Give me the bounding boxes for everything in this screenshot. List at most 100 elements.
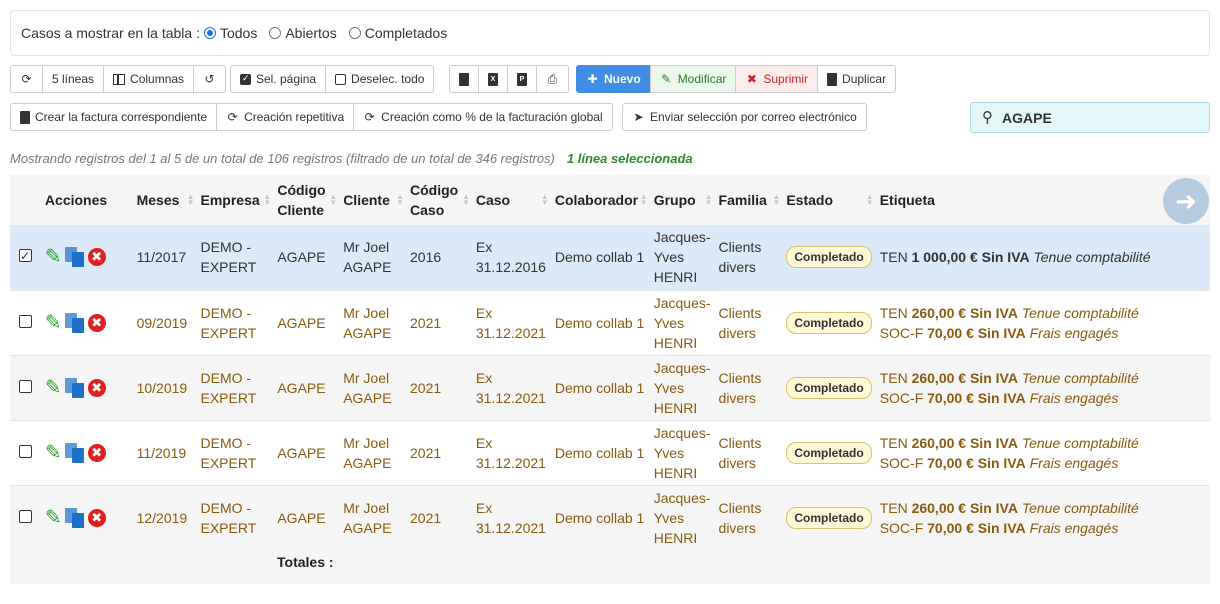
send-email-button[interactable]: ➤ Enviar selección por correo electrónico	[622, 103, 867, 131]
cell-meses: 10/2019	[136, 379, 188, 396]
table-row[interactable]: ✎ ✖ 10/2019 DEMO - EXPERT AGAPE Mr Joel AG…	[10, 355, 1210, 420]
cell-meses: 11/2019	[136, 444, 187, 461]
record-actions: ✚ Nuevo ✎ Modificar ✖ Suprimir Duplicar	[576, 65, 897, 93]
selection-count: 1 línea seleccionada	[566, 151, 693, 166]
row-actions: ✎ ✖	[41, 225, 133, 290]
reset-button[interactable]: ↺	[193, 65, 227, 93]
refresh-button[interactable]: ⟳	[10, 65, 43, 93]
cell-familia: Clients divers	[718, 369, 762, 406]
cell-codigo-caso: 2021	[410, 314, 442, 331]
row-checkbox[interactable]	[19, 509, 32, 523]
edit-pencil-icon[interactable]: ✎	[45, 313, 62, 333]
header-grupo[interactable]: Grupo ▲ ▼	[650, 175, 715, 225]
duplicate-icon[interactable]	[64, 247, 85, 268]
cell-empresa: DEMO - EXPERT	[200, 499, 257, 536]
cell-meses: 12/2019	[136, 509, 188, 526]
edit-pencil-icon[interactable]: ✎	[45, 247, 62, 267]
delete-icon[interactable]: ✖	[87, 443, 106, 462]
edit-pencil-icon[interactable]: ✎	[45, 378, 62, 398]
delete-icon[interactable]: ✖	[87, 378, 106, 397]
search-field[interactable]: ⚲	[970, 102, 1210, 133]
radio-checked-icon[interactable]	[203, 27, 216, 39]
header-cliente[interactable]: Cliente ▲ ▼	[339, 175, 406, 225]
sort-icon: ▲ ▼	[329, 192, 338, 207]
header-codigo-cliente[interactable]: Código Cliente ▲ ▼	[273, 175, 339, 225]
radio-icon[interactable]	[269, 27, 282, 39]
pdf-icon: P	[517, 72, 527, 86]
cell-caso: Ex 31.12.2021	[475, 499, 546, 536]
create-invoice-button[interactable]: Crear la factura correspondiente	[10, 103, 218, 131]
copy-button[interactable]	[449, 65, 479, 93]
delete-icon[interactable]: ✖	[87, 313, 106, 332]
sort-icon: ▲ ▼	[704, 192, 713, 207]
header-caso[interactable]: Caso ▲ ▼	[472, 175, 551, 225]
lines-button[interactable]: 5 líneas	[42, 65, 105, 93]
cell-meses: 09/2019	[136, 314, 188, 331]
cell-etiqueta: TEN 260,00 € Sin IVA Tenue comptabilité S…	[879, 434, 1139, 471]
duplicate-icon[interactable]	[64, 377, 85, 398]
new-button[interactable]: ✚ Nuevo	[576, 65, 651, 93]
table-row[interactable]: ✎ ✖ 12/2019 DEMO - EXPERT AGAPE Mr Joel AG…	[10, 485, 1210, 550]
cell-colaborador: Demo collab 1	[554, 509, 645, 526]
header-codigo-caso[interactable]: Código Caso ▲ ▼	[406, 175, 472, 225]
excel-button[interactable]: X	[478, 65, 508, 93]
creation-actions: Crear la factura correspondiente ⟳ Creaci…	[10, 103, 613, 131]
header-empresa[interactable]: Empresa ▲ ▼	[197, 175, 274, 225]
cell-cliente: Mr Joel AGAPE	[343, 499, 392, 536]
header-etiqueta[interactable]: Etiqueta	[876, 175, 1210, 225]
cell-etiqueta: TEN 260,00 € Sin IVA Tenue comptabilité S…	[879, 499, 1139, 536]
filter-radio-todos[interactable]: Todos	[203, 25, 257, 41]
cell-meses: 11/2017	[136, 249, 187, 266]
row-checkbox[interactable]	[19, 379, 32, 393]
delete-icon[interactable]: ✖	[87, 508, 106, 527]
row-checkbox[interactable]	[19, 314, 32, 328]
table-header: Acciones Meses ▲ ▼ Empresa ▲ ▼ Código Cliente…	[10, 175, 1210, 225]
filter-radio-completados[interactable]: Completados	[348, 25, 447, 41]
cell-etiqueta: TEN 260,00 € Sin IVA Tenue comptabilité S…	[879, 304, 1139, 341]
undo-icon: ↺	[204, 71, 215, 86]
sort-icon: ▲ ▼	[396, 192, 405, 207]
duplicate-button[interactable]: Duplicar	[817, 65, 897, 93]
cell-grupo: Jacques- Yves HENRI	[653, 424, 711, 481]
cell-estado: Completado	[782, 420, 875, 485]
header-meses[interactable]: Meses ▲ ▼	[133, 175, 197, 225]
search-input[interactable]	[1002, 109, 1192, 126]
delete-button[interactable]: ✖ Suprimir	[735, 65, 819, 93]
percent-billing-button[interactable]: ⟳ Creación como % de la facturación globa…	[353, 103, 613, 131]
next-page-button[interactable]: ➜	[1163, 178, 1209, 224]
status-badge: Completado	[786, 506, 872, 529]
cell-codigo-cliente: AGAPE	[277, 379, 326, 396]
table-row[interactable]: ✎ ✖ 11/2019 DEMO - EXPERT AGAPE Mr Joel AG…	[10, 420, 1210, 485]
header-familia[interactable]: Familia ▲ ▼	[715, 175, 783, 225]
duplicate-icon[interactable]	[64, 442, 85, 463]
pdf-button[interactable]: P	[507, 65, 537, 93]
deselect-all-button[interactable]: Deselec. todo	[325, 65, 435, 93]
duplicate-icon[interactable]	[64, 312, 85, 333]
cell-grupo: Jacques- Yves HENRI	[653, 359, 711, 416]
edit-pencil-icon[interactable]: ✎	[45, 508, 62, 528]
row-checkbox[interactable]	[19, 444, 32, 458]
status-badge: Completado	[786, 311, 872, 334]
modify-button[interactable]: ✎ Modificar	[649, 65, 737, 93]
table-row[interactable]: ✎ ✖ 11/2017 DEMO -EXPERT AGAPE Mr JoelAG…	[10, 225, 1210, 290]
header-estado[interactable]: Estado ▲ ▼	[782, 175, 875, 225]
repeat-icon: ⟳	[227, 109, 238, 124]
delete-icon[interactable]: ✖	[87, 248, 106, 267]
records-info: Mostrando registros del 1 al 5 de un tot…	[10, 151, 555, 166]
edit-pencil-icon[interactable]: ✎	[45, 443, 62, 463]
cell-grupo: Jacques- Yves HENRI	[653, 294, 711, 351]
print-button[interactable]: ⎙	[536, 65, 569, 93]
repetitive-creation-button[interactable]: ⟳ Creación repetitiva	[216, 103, 355, 131]
send-icon: ➤	[633, 109, 644, 124]
row-checkbox[interactable]	[19, 246, 32, 266]
duplicate-icon[interactable]	[64, 507, 85, 528]
header-colaborador[interactable]: Colaborador ▲ ▼	[551, 175, 650, 225]
duplicate-icon	[827, 72, 838, 86]
filter-radio-abiertos[interactable]: Abiertos	[269, 25, 337, 41]
select-page-button[interactable]: Sel. página	[230, 65, 327, 93]
table-row[interactable]: ✎ ✖ 09/2019 DEMO - EXPERT AGAPE Mr Joel AG…	[10, 290, 1210, 355]
radio-icon[interactable]	[348, 27, 361, 39]
cell-caso: Ex 31.12.2021	[475, 304, 546, 341]
columns-button[interactable]: Columnas	[103, 65, 195, 93]
cell-empresa: DEMO - EXPERT	[200, 434, 257, 471]
